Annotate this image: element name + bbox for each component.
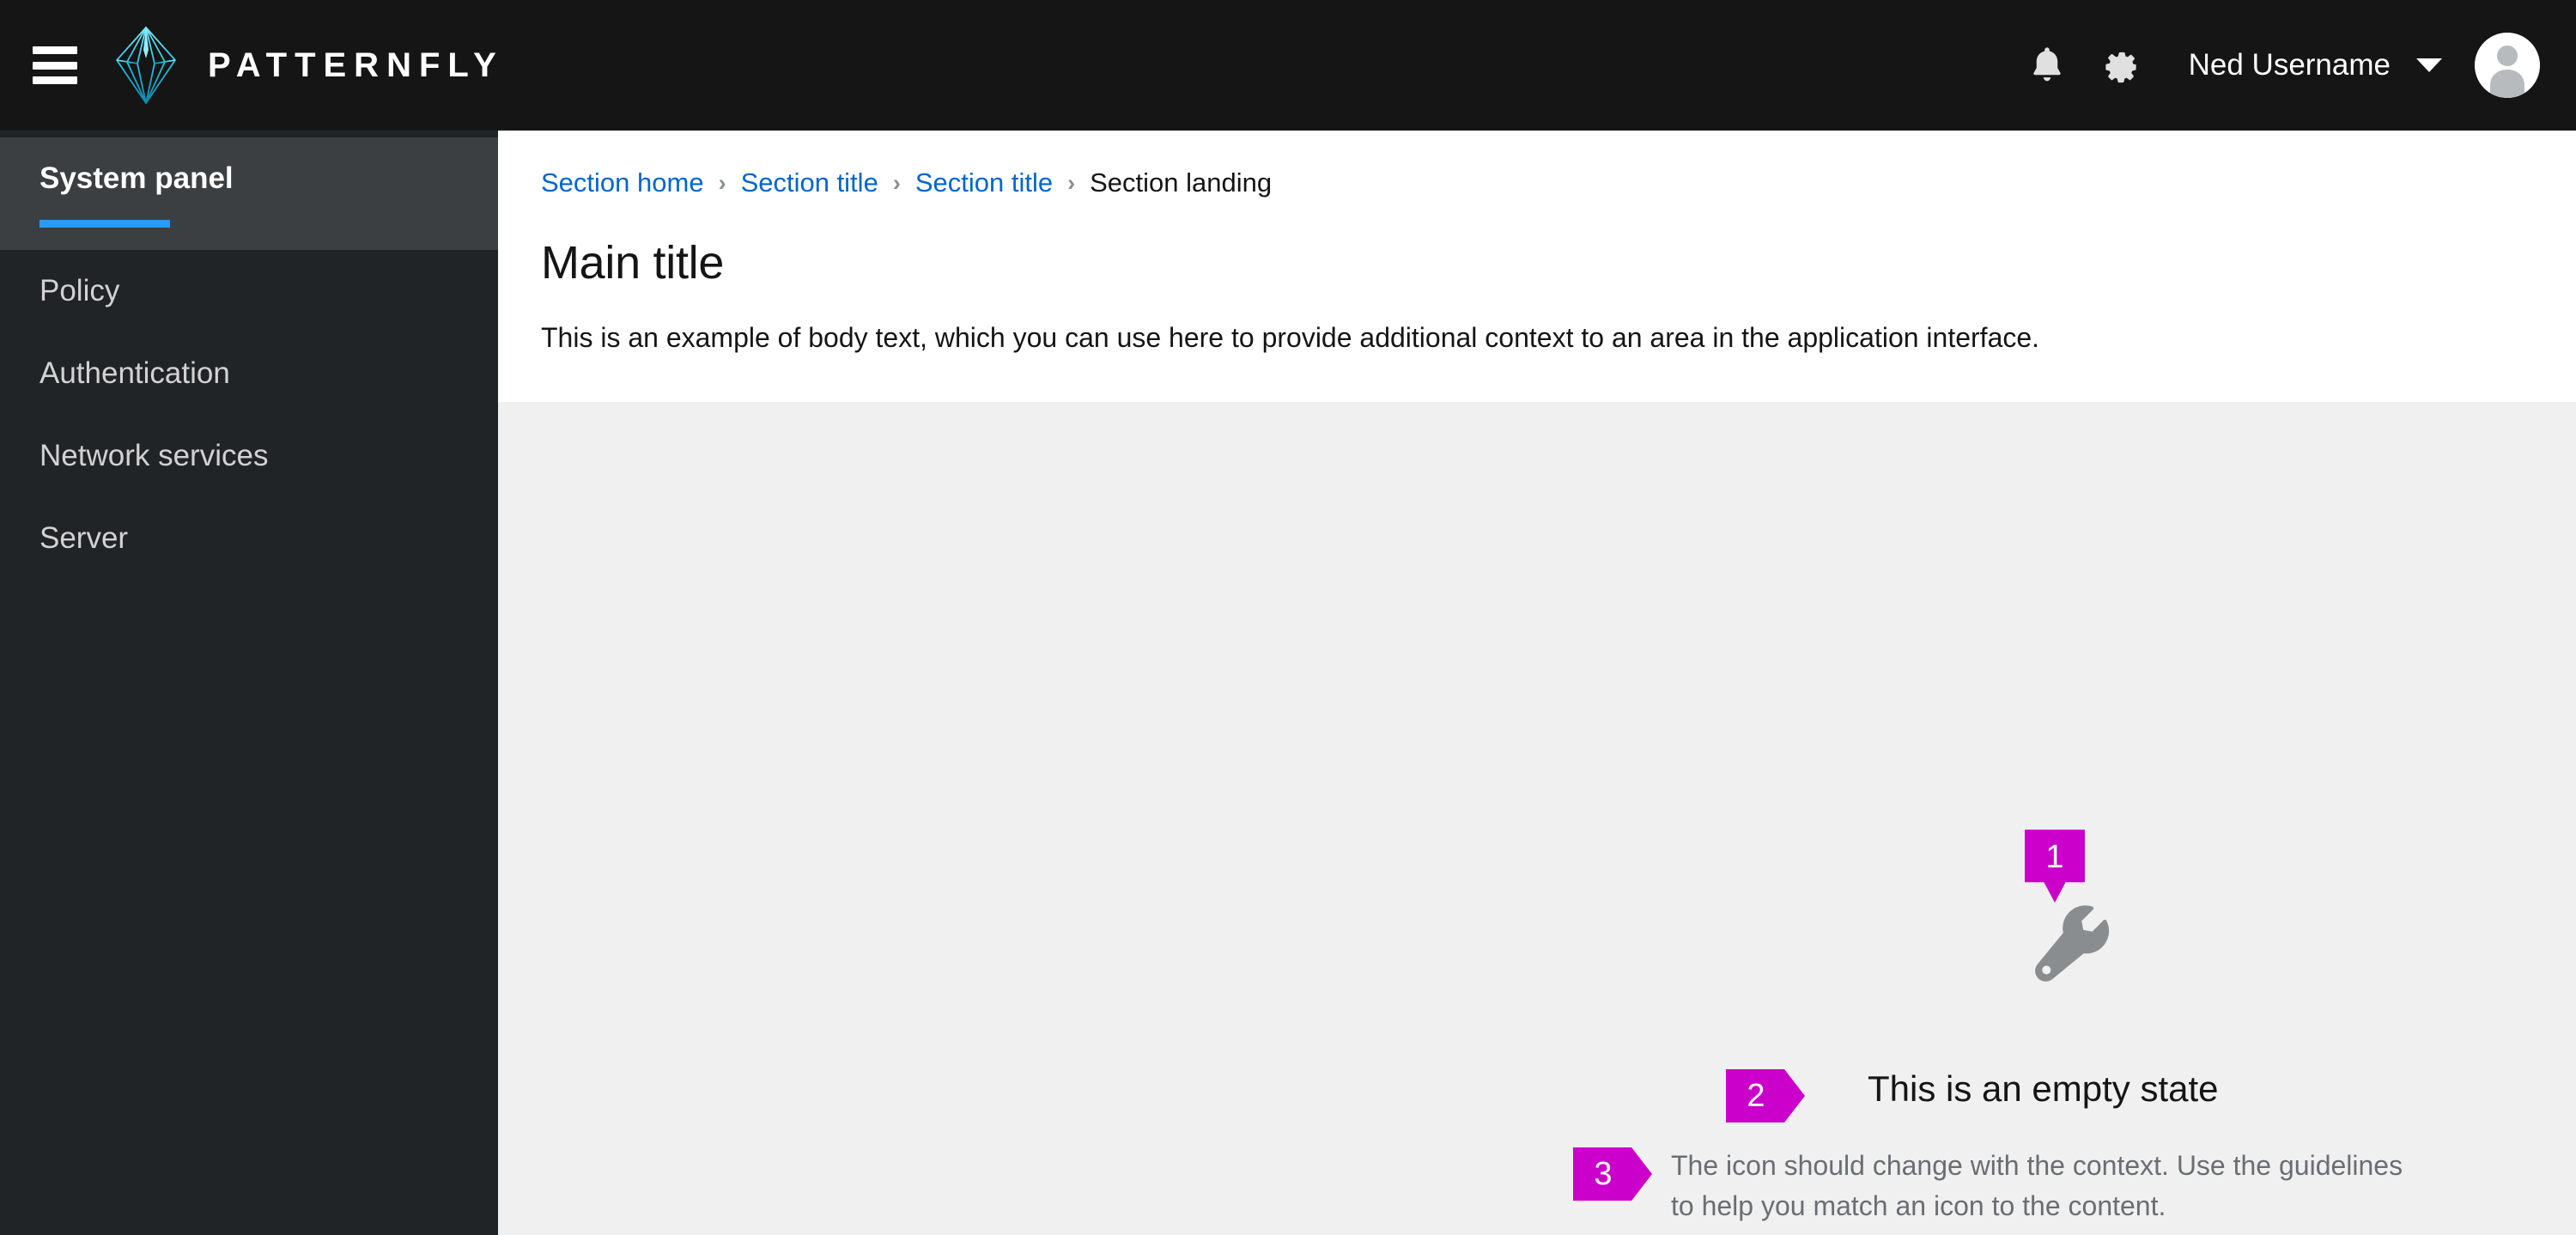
sidebar-item-authentication[interactable]: Authentication [0,332,498,415]
brand[interactable]: PATTERNFLY [113,24,504,106]
masthead-left: PATTERNFLY [0,24,504,106]
breadcrumb-item-section-home[interactable]: Section home [541,167,704,198]
user-avatar-icon[interactable] [2475,33,2540,98]
avatar-glyph [2475,33,2540,98]
sidebar-navigation: System panel Policy Authentication Netwo… [0,131,498,1235]
page-title: Main title [541,237,725,289]
empty-state-region: 1 2 This is an empty state 3 The icon sh… [498,402,2576,1235]
sidebar-item-server[interactable]: Server [0,497,498,580]
patternfly-logo-icon [116,27,176,104]
hamburger-menu-icon[interactable] [33,46,77,84]
bell-glyph [2032,47,2061,82]
breadcrumb-item-section-landing: Section landing [1090,167,1273,198]
sidebar-active-indicator [39,220,170,228]
breadcrumb-item-section-title-2[interactable]: Section title [915,167,1053,198]
masthead: PATTERNFLY Ned Username [0,0,2576,131]
main-content: Section home › Section title › Section t… [498,131,2576,1235]
user-name-label: Ned Username [2188,48,2391,82]
sidebar-item-system-panel[interactable]: System panel [0,137,498,250]
hamburger-bar-1 [33,46,77,54]
gear-icon[interactable] [2084,28,2158,102]
sidebar-item-policy[interactable]: Policy [0,250,498,332]
bell-icon[interactable] [2010,28,2084,102]
breadcrumb-separator-icon: › [1067,169,1076,196]
annotation-marker-3: 3 [1573,1147,1652,1201]
hamburger-bar-3 [33,76,77,84]
annotation-marker-2: 2 [1726,1069,1805,1122]
chevron-down-icon [2416,58,2442,72]
page-header-section: Section home › Section title › Section t… [498,131,2576,402]
gear-glyph [2105,52,2136,83]
masthead-right: Ned Username [2010,28,2576,102]
breadcrumb: Section home › Section title › Section t… [541,167,2576,198]
empty-state-body: The icon should change with the context.… [1671,1150,2403,1222]
breadcrumb-item-section-title-1[interactable]: Section title [741,167,878,198]
sidebar-item-system-panel-label: System panel [0,137,498,220]
hamburger-bar-2 [33,61,77,70]
breadcrumb-separator-icon: › [892,169,901,196]
wrench-glyph [2035,905,2110,982]
annotation-marker-1: 1 [2025,830,2085,903]
empty-state-title: This is an empty state [1868,1068,2219,1109]
wrench-icon [2029,900,2118,994]
sidebar-top-spacer [0,131,498,137]
breadcrumb-separator-icon: › [718,169,726,196]
user-menu[interactable]: Ned Username [2189,48,2442,82]
page-body-text: This is an example of body text, which y… [541,322,2040,353]
sidebar-item-network-services[interactable]: Network services [0,415,498,497]
application-window: PATTERNFLY Ned Username System panel Pol… [0,0,2576,1235]
brand-text: PATTERNFLY [208,46,504,84]
